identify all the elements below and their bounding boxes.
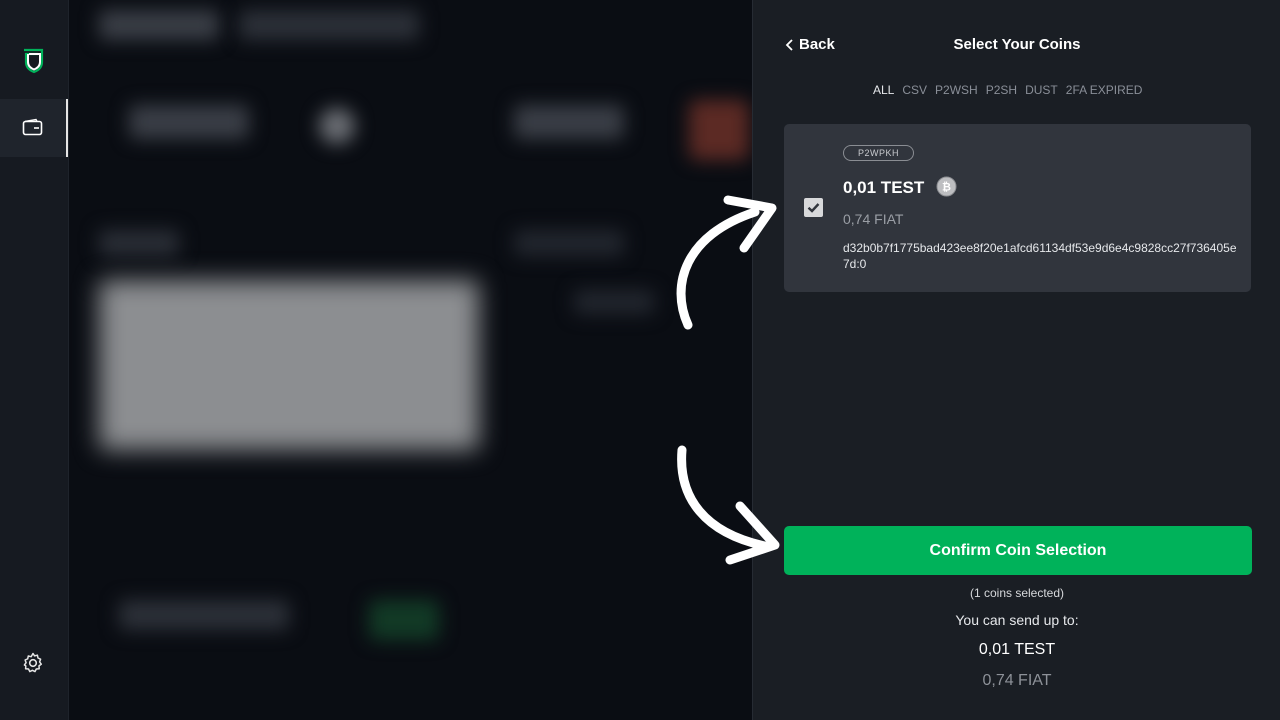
shield-logo-icon[interactable]: [22, 48, 46, 74]
blurred-block: [514, 230, 624, 256]
confirm-coin-selection-button[interactable]: Confirm Coin Selection: [784, 526, 1252, 575]
send-up-label: You can send up to:: [955, 612, 1079, 628]
tab-all[interactable]: ALL: [873, 83, 894, 97]
send-amount: 0,01 TEST: [978, 641, 1056, 658]
checkmark-icon: [807, 203, 820, 213]
coin-amount: 0,01 TEST: [843, 178, 925, 197]
bitcoin-icon: ₿: [936, 176, 957, 197]
gear-icon[interactable]: [21, 651, 45, 675]
coin-outpoint: d32b0b7f1775bad423ee8f20e1afcd61134df53e…: [843, 241, 1237, 271]
selected-count: (1 coins selected): [969, 586, 1065, 600]
blurred-block: [369, 600, 439, 640]
coin-selection-panel: Back Select Your Coins ALL CSV P2WSH P2S…: [752, 0, 1280, 720]
blurred-block: [99, 280, 479, 450]
tab-2fa-expired[interactable]: 2FA EXPIRED: [1066, 83, 1143, 97]
sidebar: [0, 0, 69, 720]
tab-csv[interactable]: CSV: [902, 83, 927, 97]
wallet-icon: [22, 118, 43, 136]
coin-filter-tabs: ALL CSV P2WSH P2SH DUST 2FA EXPIRED: [873, 83, 1142, 97]
blurred-block: [239, 10, 419, 40]
tab-p2wsh[interactable]: P2WSH: [935, 83, 978, 97]
send-fiat-value: 0,74 FIAT: [982, 672, 1052, 689]
blurred-block: [99, 10, 219, 40]
blurred-block: [689, 100, 749, 160]
blurred-block: [319, 108, 355, 144]
blurred-block: [99, 230, 179, 256]
coin-card[interactable]: P2WPKH 0,01 TEST ₿ 0,74 FIAT d32b0b7f177…: [784, 124, 1251, 292]
blurred-background: [69, 0, 752, 720]
address-type-badge: P2WPKH: [843, 145, 915, 161]
coin-fiat-value: 0,74 FIAT: [843, 211, 904, 227]
svg-text:₿: ₿: [942, 181, 951, 194]
tab-dust[interactable]: DUST: [1025, 83, 1058, 97]
blurred-block: [119, 600, 289, 630]
coin-checkbox[interactable]: [804, 198, 823, 217]
blurred-block: [129, 105, 249, 139]
blurred-block: [514, 105, 624, 139]
blurred-block: [574, 290, 654, 314]
tab-p2sh[interactable]: P2SH: [986, 83, 1017, 97]
sidebar-item-wallet[interactable]: [0, 99, 68, 157]
page-title: Select Your Coins: [953, 36, 1081, 53]
